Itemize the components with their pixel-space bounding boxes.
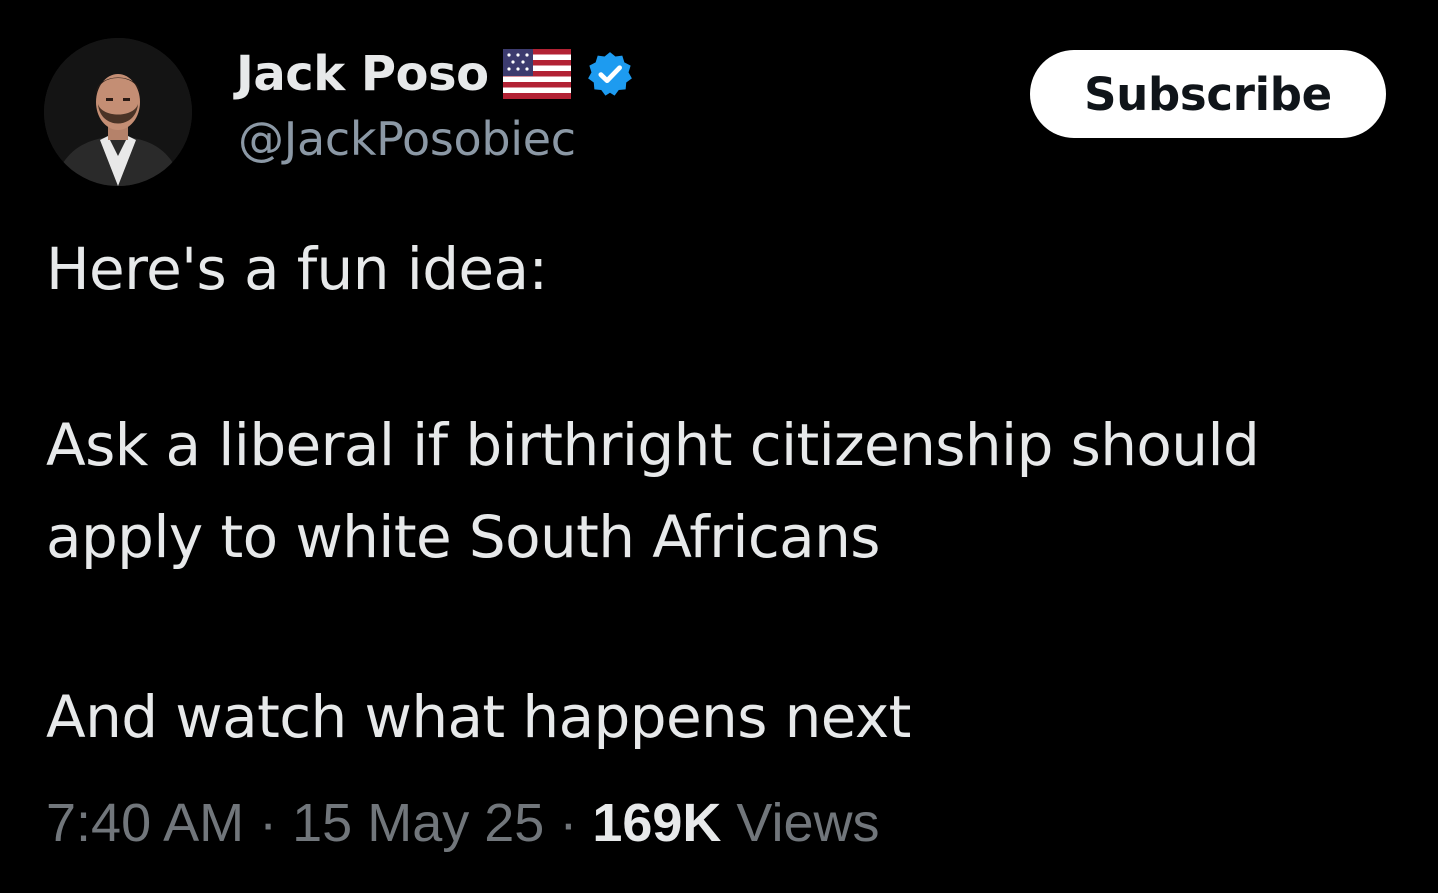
author-handle[interactable]: @JackPosobiec: [238, 116, 576, 162]
tweet-text-line: Ask a liberal if birthright citizenship …: [46, 411, 1260, 479]
author-name[interactable]: Jack Poso: [236, 50, 489, 98]
meta-separator: ·: [259, 793, 278, 853]
subscribe-button[interactable]: Subscribe: [1030, 50, 1386, 138]
us-flag-icon: [502, 49, 571, 99]
tweet-date[interactable]: 15 May 25: [292, 793, 544, 853]
meta-separator: ·: [559, 793, 578, 853]
tweet-meta: 7:40 AM · 15 May 25 · 169K Views: [46, 796, 880, 850]
tweet-text-line: And watch what happens next: [46, 683, 911, 751]
tweet-card: Jack Poso @JackPosobiec Subscribe Here's…: [0, 0, 1438, 893]
avatar[interactable]: [44, 38, 192, 186]
avatar-image: [44, 38, 192, 186]
verified-badge-icon[interactable]: [585, 49, 635, 99]
tweet-time[interactable]: 7:40 AM: [46, 793, 244, 853]
views-label: Views: [736, 793, 880, 853]
tweet-text-line: Here's a fun idea:: [46, 235, 548, 303]
tweet-text-line: apply to white South Africans: [46, 503, 880, 571]
author-name-row: Jack Poso: [236, 42, 635, 106]
views-count[interactable]: 169K: [592, 793, 721, 853]
